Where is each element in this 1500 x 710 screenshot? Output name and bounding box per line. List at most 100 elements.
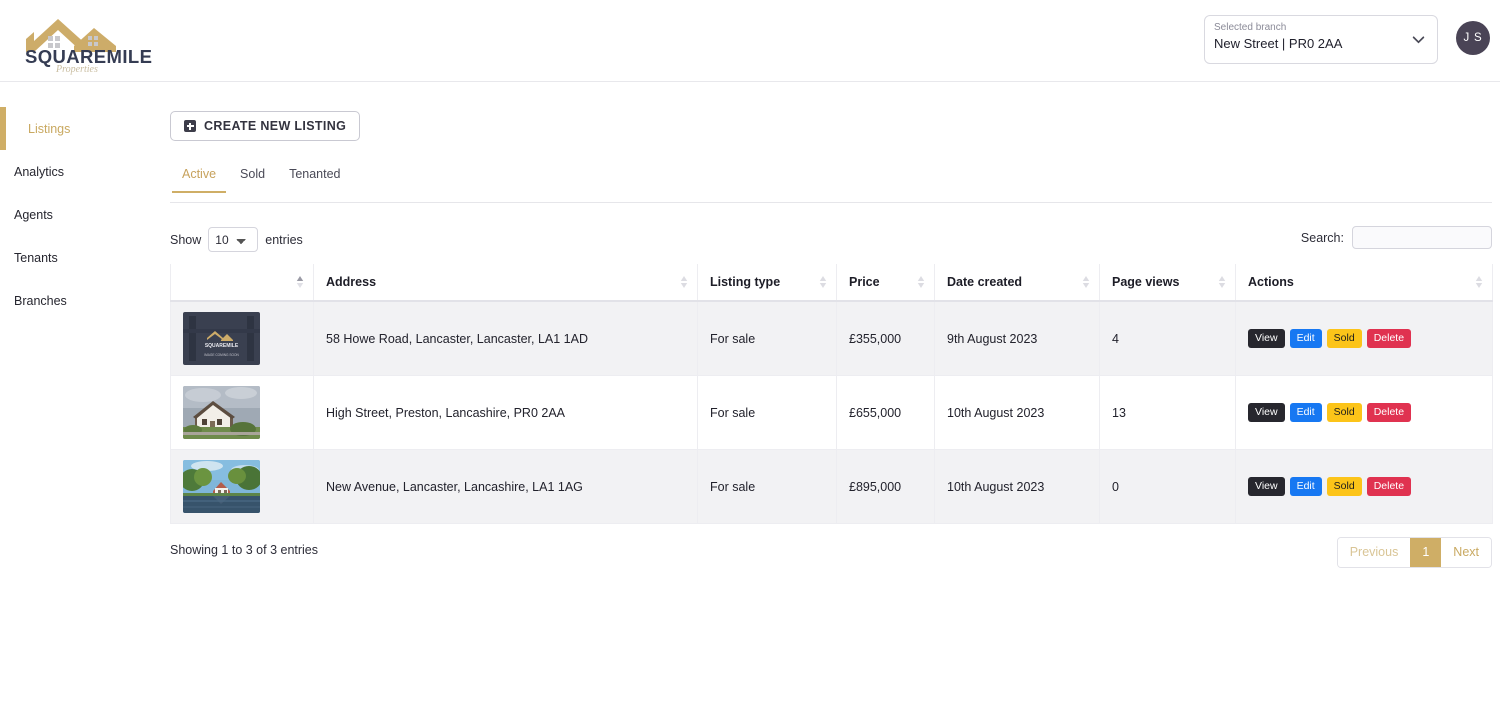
entries-label: entries [265, 232, 303, 247]
column-header-actions[interactable]: Actions [1235, 264, 1493, 302]
tab-label: Sold [240, 167, 266, 181]
listing-status-tabs: Active Sold Tenanted [170, 167, 1492, 203]
table-row: New Avenue, Lancaster, Lancashire, LA1 1… [170, 449, 1493, 524]
sidebar: Listings Analytics Agents Tenants Branch… [0, 83, 160, 710]
sort-icon [1218, 276, 1226, 288]
cell-page-views: 4 [1099, 300, 1236, 376]
column-header-label: Price [849, 275, 880, 289]
listing-thumbnail [183, 460, 260, 513]
cell-address: High Street, Preston, Lancashire, PR0 2A… [313, 375, 698, 450]
sort-icon [917, 276, 925, 288]
cell-actions: View Edit Sold Delete [1235, 375, 1493, 450]
cell-page-views: 13 [1099, 375, 1236, 450]
search-input[interactable] [1352, 226, 1492, 249]
pagination-page-1-button[interactable]: 1 [1410, 538, 1442, 567]
table-head: Address Listing type Price Date created … [170, 264, 1493, 302]
column-header-label: Page views [1112, 275, 1180, 289]
chevron-down-icon [1412, 36, 1425, 44]
sort-icon [819, 276, 827, 288]
column-header-image[interactable] [170, 264, 314, 302]
plus-square-icon [184, 120, 196, 132]
main-content: CREATE NEW LISTING Active Sold Tenanted … [160, 83, 1500, 710]
tab-active[interactable]: Active [170, 167, 228, 193]
view-button[interactable]: View [1248, 477, 1285, 496]
cell-listing-type: For sale [697, 300, 837, 376]
row-actions: View Edit Sold Delete [1248, 403, 1482, 422]
logo-tagline-text: Properties [55, 64, 98, 75]
svg-text:SQUAREMILE: SQUAREMILE [205, 343, 239, 349]
edit-button[interactable]: Edit [1289, 477, 1322, 496]
cell-image: SQUAREMILE IMAGE COMING SOON [170, 300, 314, 376]
cell-date-created: 9th August 2023 [934, 300, 1100, 376]
edit-button[interactable]: Edit [1289, 329, 1322, 348]
sidebar-item-listings[interactable]: Listings [0, 107, 160, 150]
table-header-row: Address Listing type Price Date created … [170, 264, 1493, 302]
show-label: Show [170, 232, 202, 247]
column-header-label: Actions [1248, 275, 1294, 289]
cell-date-created: 10th August 2023 [934, 449, 1100, 524]
avatar-initials: J S [1463, 32, 1483, 44]
branch-selector-value: New Street | PR0 2AA [1214, 36, 1343, 51]
cell-listing-type: For sale [697, 375, 837, 450]
cell-address: New Avenue, Lancaster, Lancashire, LA1 1… [313, 449, 698, 524]
pagination: Previous 1 Next [1336, 537, 1492, 568]
delete-button[interactable]: Delete [1366, 329, 1412, 348]
sidebar-item-label: Branches [14, 293, 67, 308]
avatar[interactable]: J S [1456, 21, 1490, 55]
column-header-price[interactable]: Price [836, 264, 935, 302]
column-header-label: Date created [947, 275, 1023, 289]
table-controls: Show 10 25 50 100 entries Search: [170, 226, 1492, 253]
pagination-previous-button[interactable]: Previous [1337, 538, 1411, 567]
listing-thumbnail [183, 386, 260, 439]
column-header-listing-type[interactable]: Listing type [697, 264, 837, 302]
show-entries-control: Show 10 25 50 100 entries [170, 227, 1492, 252]
edit-button[interactable]: Edit [1289, 403, 1322, 422]
tab-sold[interactable]: Sold [228, 167, 277, 192]
table-row: SQUAREMILE IMAGE COMING SOON 58 Howe Roa… [170, 300, 1493, 376]
cell-price: £355,000 [836, 300, 935, 376]
cell-image [170, 375, 314, 450]
branch-selector[interactable]: Selected branch New Street | PR0 2AA [1204, 15, 1438, 64]
view-button[interactable]: View [1248, 329, 1285, 348]
column-header-label: Address [326, 275, 377, 289]
sort-icon-active [296, 276, 304, 288]
column-header-page-views[interactable]: Page views [1099, 264, 1236, 302]
sidebar-item-branches[interactable]: Branches [0, 279, 160, 322]
search-label: Search: [1300, 230, 1344, 245]
sold-button[interactable]: Sold [1326, 403, 1362, 422]
logo-graphic: SQUAREMILE Properties [25, 19, 152, 75]
cell-price: £895,000 [836, 449, 935, 524]
entries-per-page-select[interactable]: 10 25 50 100 [208, 227, 259, 252]
search-control: Search: [1301, 226, 1492, 249]
create-new-listing-button[interactable]: CREATE NEW LISTING [170, 111, 361, 141]
sidebar-item-label: Listings [28, 121, 71, 136]
pagination-next-button[interactable]: Next [1441, 538, 1491, 567]
row-actions: View Edit Sold Delete [1248, 329, 1482, 348]
row-actions: View Edit Sold Delete [1248, 477, 1482, 496]
column-header-address[interactable]: Address [313, 264, 698, 302]
svg-text:IMAGE COMING SOON: IMAGE COMING SOON [204, 353, 239, 357]
cell-actions: View Edit Sold Delete [1235, 300, 1493, 376]
cell-image [170, 449, 314, 524]
showing-entries-text: Showing 1 to 3 of 3 entries [170, 543, 319, 557]
cell-page-views: 0 [1099, 449, 1236, 524]
sidebar-item-label: Tenants [14, 250, 58, 265]
sold-button[interactable]: Sold [1326, 477, 1362, 496]
app-logo: SQUAREMILE Properties [12, 6, 222, 76]
delete-button[interactable]: Delete [1366, 403, 1412, 422]
listings-table: Address Listing type Price Date created … [170, 264, 1493, 524]
view-button[interactable]: View [1248, 403, 1285, 422]
sort-icon [1082, 276, 1090, 288]
cell-listing-type: For sale [697, 449, 837, 524]
sidebar-item-tenants[interactable]: Tenants [0, 236, 160, 279]
table-row: High Street, Preston, Lancashire, PR0 2A… [170, 375, 1493, 450]
sidebar-item-agents[interactable]: Agents [0, 193, 160, 236]
sold-button[interactable]: Sold [1326, 329, 1362, 348]
sidebar-item-analytics[interactable]: Analytics [0, 150, 160, 193]
delete-button[interactable]: Delete [1366, 477, 1412, 496]
tab-tenanted[interactable]: Tenanted [277, 167, 352, 192]
tab-label: Tenanted [289, 167, 341, 181]
cell-address: 58 Howe Road, Lancaster, Lancaster, LA1 … [313, 300, 698, 376]
column-header-date-created[interactable]: Date created [934, 264, 1100, 302]
listing-thumbnail: SQUAREMILE IMAGE COMING SOON [183, 312, 260, 365]
